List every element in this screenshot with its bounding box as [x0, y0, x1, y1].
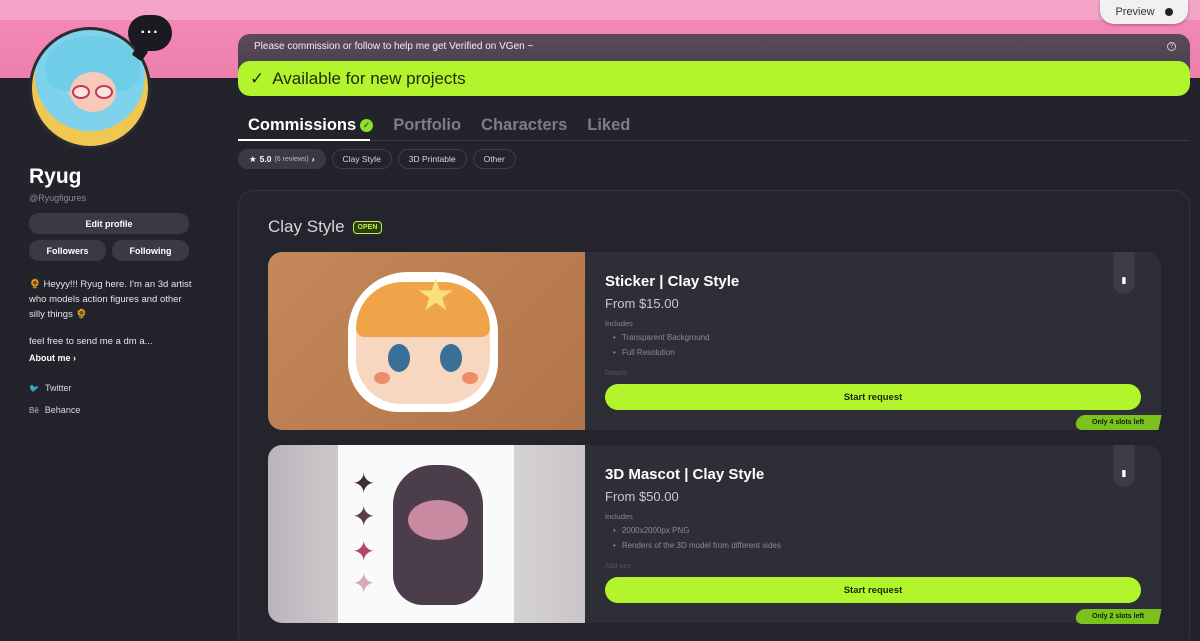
sticker-image: ★ — [348, 271, 498, 412]
commission-card[interactable]: ★ Sticker | Clay Style From $15.00 Inclu… — [268, 252, 1161, 430]
slots-label: Only 4 slots left — [1091, 419, 1145, 426]
preview-label: Preview — [1115, 6, 1155, 18]
includes-label: Includes — [605, 319, 633, 328]
bookmark-icon: ▮ — [1121, 468, 1127, 478]
start-request-button[interactable]: Start request — [605, 577, 1141, 603]
notice-message: Please commission or follow to help me g… — [254, 41, 534, 52]
commission-price: From $15.00 — [605, 296, 679, 311]
more-dots-icon: ··· — [140, 24, 160, 41]
record-dot-icon — [1164, 8, 1173, 16]
includes-list: Transparent Background Full Resolution — [613, 330, 710, 360]
commission-thumbnail: ★ — [268, 252, 585, 430]
mascot-image: ✦ ✦ ✦ ✦ — [338, 445, 514, 623]
bookmark-button[interactable]: ▮ — [1113, 252, 1135, 294]
rating-chip[interactable]: ★ 5.0 (6 reviews) › — [238, 149, 326, 169]
star-icon: ★ — [249, 153, 257, 164]
rating-value: 5.0 — [259, 154, 272, 164]
review-count: (6 reviews) — [274, 155, 309, 163]
slots-label: Only 2 slots left — [1091, 613, 1145, 620]
list-item: Renders of the 3D model from different s… — [613, 538, 781, 553]
profile-bio: 🌻 Heyyy!!! Ryug here. I'm an 3d artist w… — [29, 279, 192, 320]
filter-chip-3d-printable[interactable]: 3D Printable — [397, 149, 467, 169]
commission-title: 3D Mascot | Clay Style — [605, 466, 765, 483]
availability-banner: ✓ Available for new projects — [238, 61, 1190, 96]
tab-characters[interactable]: Characters — [481, 116, 567, 135]
section-title-row: Clay Style OPEN — [268, 217, 383, 237]
filter-chip-other[interactable]: Other — [472, 149, 516, 169]
social-label: Twitter — [44, 383, 72, 393]
list-item: Full Resolution — [613, 345, 710, 360]
more-hint: Add-ons — [605, 563, 632, 570]
list-item: Transparent Background — [613, 330, 710, 345]
followers-button[interactable]: Followers — [29, 240, 106, 261]
slots-badge: Only 4 slots left — [1074, 415, 1162, 430]
profile-bio-more: feel free to send me a dm a... — [29, 336, 153, 347]
about-me-link[interactable]: About me › — [29, 353, 76, 363]
slots-badge: Only 2 slots left — [1074, 609, 1162, 624]
open-badge: OPEN — [352, 220, 383, 234]
social-label: Behance — [44, 405, 81, 415]
commission-price: From $50.00 — [605, 489, 679, 504]
commission-thumbnail: ✦ ✦ ✦ ✦ — [268, 445, 585, 623]
filter-chips: ★ 5.0 (6 reviews) › Clay Style 3D Printa… — [238, 149, 516, 169]
bookmark-button[interactable]: ▮ — [1113, 445, 1135, 487]
chevron-right-icon: › — [311, 154, 315, 164]
section-title: Clay Style — [268, 217, 345, 236]
social-link-twitter[interactable]: 🐦 Twitter — [29, 383, 71, 393]
check-icon: ✓ — [250, 68, 265, 88]
verified-check-icon: ✓ — [360, 119, 374, 132]
bookmark-icon: ▮ — [1121, 275, 1127, 285]
more-options-button[interactable]: ··· — [128, 15, 172, 51]
availability-status: Available for new projects — [272, 68, 466, 88]
commission-title: Sticker | Clay Style — [605, 273, 740, 290]
preview-button[interactable]: Preview — [1100, 0, 1188, 24]
list-item: 2000x2000px PNG — [613, 523, 781, 538]
help-icon[interactable]: ? — [1167, 42, 1176, 51]
behance-icon: Bē — [29, 405, 39, 415]
commission-card[interactable]: ✦ ✦ ✦ ✦ 3D Mascot | Clay Style From $50.… — [268, 445, 1161, 623]
includes-label: Includes — [605, 512, 633, 521]
filter-chip-clay-style[interactable]: Clay Style — [331, 149, 392, 169]
twitter-icon: 🐦 — [29, 383, 39, 393]
banner-stripe — [0, 0, 1200, 20]
tab-commissions[interactable]: Commissions ✓ — [248, 116, 374, 135]
start-request-button[interactable]: Start request — [605, 384, 1141, 410]
notice-card: Please commission or follow to help me g… — [238, 34, 1190, 96]
edit-profile-button[interactable]: Edit profile — [29, 213, 189, 234]
active-tab-indicator — [238, 139, 370, 141]
tab-label: Commissions — [248, 116, 357, 134]
tab-divider — [238, 139, 1190, 141]
tab-liked[interactable]: Liked — [587, 116, 630, 135]
more-hint: Details — [605, 370, 627, 377]
social-link-behance[interactable]: Bē Behance — [29, 405, 80, 415]
profile-handle: @Ryugfigures — [29, 193, 87, 203]
includes-list: 2000x2000px PNG Renders of the 3D model … — [613, 523, 781, 553]
profile-tabs: Commissions ✓ Portfolio Characters Liked — [248, 116, 630, 135]
tab-portfolio[interactable]: Portfolio — [393, 116, 461, 135]
profile-name: Ryug — [29, 165, 82, 188]
following-button[interactable]: Following — [112, 240, 189, 261]
